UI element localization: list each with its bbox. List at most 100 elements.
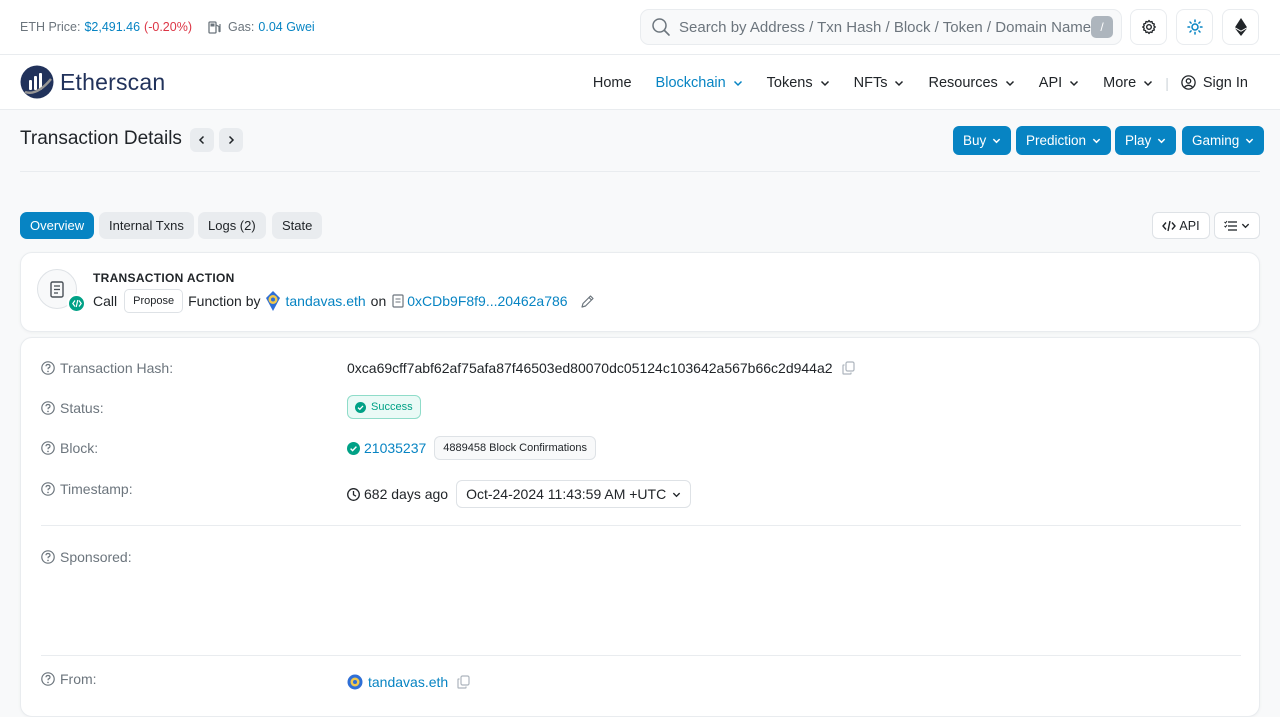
chevron-down-icon	[1005, 80, 1014, 86]
nav-item-nfts[interactable]: NFTs	[854, 75, 905, 91]
brand-name: Etherscan	[60, 68, 166, 95]
status-badge: Success	[347, 395, 421, 419]
nav-item-tokens[interactable]: Tokens	[767, 75, 830, 91]
timestamp-format-dropdown[interactable]: Oct-24-2024 11:43:59 AM +UTC	[456, 480, 692, 508]
nav-item-blockchain[interactable]: Blockchain	[656, 75, 743, 91]
eth-price-change: (-0.20%)	[144, 20, 192, 34]
view-options-button[interactable]	[1214, 212, 1260, 239]
chevron-down-icon	[993, 138, 1001, 144]
status-row-label: Status:	[41, 400, 104, 416]
nav-item-api[interactable]: API	[1039, 75, 1079, 91]
transaction-action-label: TRANSACTION ACTION	[93, 271, 235, 285]
chevron-down-icon	[1144, 80, 1153, 86]
search-icon	[652, 18, 670, 36]
tx-hash-row-label: Transaction Hash:	[41, 360, 173, 376]
sponsored-row-label: Sponsored:	[41, 549, 132, 565]
prediction-dropdown-button[interactable]: Prediction	[1016, 126, 1112, 155]
action-function-by-text: Function by	[188, 293, 261, 309]
buy-dropdown-button[interactable]: Buy	[953, 126, 1012, 155]
tx-hash-label: Transaction Hash:	[60, 360, 174, 376]
gas-pump-icon	[208, 21, 221, 34]
nav-item-label: More	[1103, 74, 1137, 91]
clock-icon	[347, 487, 360, 501]
gas-value[interactable]: 0.04 Gwei	[258, 20, 314, 34]
nav-item-home[interactable]: Home	[593, 75, 632, 91]
gaming-dropdown-button[interactable]: Gaming	[1182, 126, 1265, 155]
pencil-icon[interactable]	[580, 294, 595, 309]
block-row-label: Block:	[41, 440, 98, 456]
nav-item-label: Blockchain	[655, 74, 726, 91]
timestamp-value: Oct-24-2024 11:43:59 AM +UTC	[466, 486, 667, 502]
theme-toggle-button[interactable]	[1176, 9, 1213, 45]
question-circle-icon[interactable]	[41, 441, 55, 455]
search-input[interactable]	[679, 18, 1091, 36]
etherscan-logo-icon	[20, 65, 54, 99]
nav-item-label: API	[1038, 74, 1063, 91]
tab-overview[interactable]: Overview	[20, 212, 95, 239]
nav-item-more[interactable]: More	[1103, 75, 1153, 91]
question-circle-icon[interactable]	[41, 401, 55, 415]
check-circle-icon	[347, 441, 360, 455]
search-box[interactable]: /	[640, 9, 1122, 45]
chevron-down-icon	[733, 80, 742, 86]
chevron-down-icon	[1246, 138, 1254, 144]
block-value-row: 21035237 4889458 Block Confirmations	[347, 436, 596, 460]
chevron-down-icon	[1241, 223, 1250, 229]
method-badge: Propose	[124, 289, 184, 313]
prediction-label: Prediction	[1026, 133, 1087, 148]
question-circle-icon[interactable]	[41, 550, 55, 564]
eth-price-value[interactable]: $2,491.46	[84, 20, 140, 34]
top-stats-bar: ETH Price: $2,491.46 (-0.20%) Gas: 0.04 …	[0, 0, 1280, 55]
api-button[interactable]: API	[1152, 212, 1210, 239]
question-circle-icon[interactable]	[41, 361, 55, 375]
contract-address-link[interactable]: 0xCDb9F8f9...20462a786	[407, 293, 567, 309]
gas-label: Gas:	[227, 20, 255, 34]
etherscan-logo[interactable]: Etherscan	[20, 65, 165, 99]
tab-internal-txns[interactable]: Internal Txns	[99, 212, 194, 239]
tx-hash-value-row: 0xca69cff7abf62af75afa87f46503ed80070dc0…	[347, 360, 855, 376]
chevron-right-icon	[228, 135, 235, 145]
timestamp-ago: 682 days ago	[364, 486, 449, 502]
timestamp-row-label: Timestamp:	[41, 481, 133, 497]
question-circle-icon[interactable]	[41, 672, 55, 686]
main-navbar: Etherscan Home Blockchain Tokens NFTs Re…	[0, 55, 1280, 110]
nav-menu: Home Blockchain Tokens NFTs Resources AP…	[569, 55, 1248, 110]
next-transaction-button[interactable]	[219, 128, 243, 152]
chevron-down-icon	[1092, 138, 1101, 144]
gas-stat: Gas: 0.04 Gwei	[208, 20, 315, 34]
contract-file-icon	[392, 294, 404, 308]
network-switch-button[interactable]	[1222, 9, 1259, 45]
block-label: Block:	[60, 440, 99, 456]
section-divider	[41, 525, 1241, 526]
timestamp-label: Timestamp:	[60, 481, 133, 497]
previous-transaction-button[interactable]	[190, 128, 214, 152]
from-row-label: From:	[41, 671, 97, 687]
sponsored-label: Sponsored:	[60, 549, 132, 565]
sender-link[interactable]: tandavas.eth	[285, 293, 365, 309]
from-address-link[interactable]: tandavas.eth	[368, 674, 448, 690]
tab-logs[interactable]: Logs (2)	[198, 212, 266, 239]
status-value-row: Success	[347, 395, 421, 419]
transaction-details-card: Transaction Hash: 0xca69cff7abf62af75afa…	[20, 337, 1260, 717]
question-circle-icon[interactable]	[41, 482, 55, 496]
ens-avatar-icon	[347, 674, 363, 690]
gear-icon	[1141, 19, 1156, 35]
status-text: Success	[371, 401, 413, 413]
transaction-action-summary: Call Propose Function by tandavas.eth on…	[93, 289, 595, 313]
sign-in-link[interactable]: Sign In	[1181, 75, 1248, 91]
code-badge-icon	[67, 294, 86, 313]
tab-state[interactable]: State	[272, 212, 323, 239]
user-circle-icon	[1181, 75, 1196, 90]
tx-hash-value: 0xca69cff7abf62af75afa87f46503ed80070dc0…	[347, 360, 833, 376]
block-confirmations-badge: 4889458 Block Confirmations	[434, 436, 596, 460]
play-dropdown-button[interactable]: Play	[1115, 126, 1177, 155]
block-number-link[interactable]: 21035237	[364, 440, 426, 456]
nav-item-resources[interactable]: Resources	[928, 75, 1014, 91]
chevron-down-icon	[820, 80, 829, 86]
settings-button[interactable]	[1130, 9, 1167, 45]
nav-item-label: Tokens	[766, 74, 813, 91]
copy-icon[interactable]	[457, 675, 470, 689]
copy-icon[interactable]	[841, 361, 855, 375]
sign-in-label: Sign In	[1202, 74, 1248, 91]
nav-item-label: Resources	[928, 74, 998, 91]
